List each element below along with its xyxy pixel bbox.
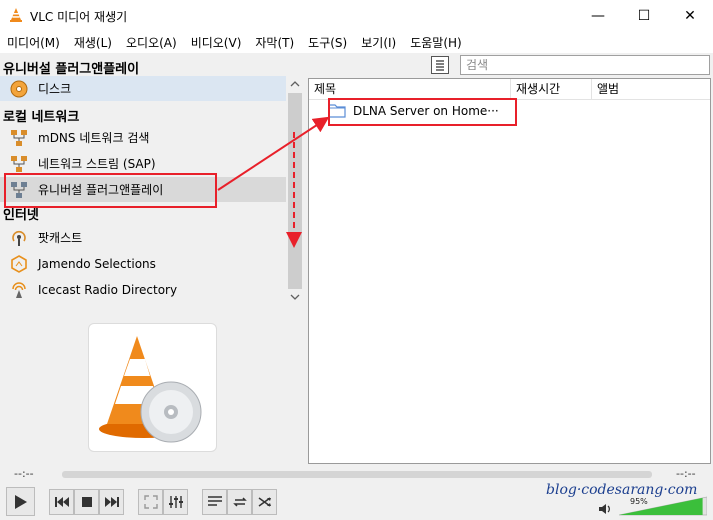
chevron-down-icon[interactable] xyxy=(287,289,303,305)
stop-button[interactable] xyxy=(74,489,99,515)
extended-settings-button[interactable] xyxy=(163,489,188,515)
network-icon xyxy=(10,155,28,173)
menu-subtitle[interactable]: 자막(T) xyxy=(248,31,301,53)
podcast-icon xyxy=(10,229,28,247)
menu-audio[interactable]: 오디오(A) xyxy=(119,31,184,53)
playlist-button[interactable] xyxy=(202,489,227,515)
column-header-album[interactable]: 앨범 xyxy=(592,79,710,99)
list-icon xyxy=(436,60,444,71)
sidebar-item-label: mDNS 네트워크 검색 xyxy=(38,131,150,145)
close-button[interactable]: ✕ xyxy=(667,0,713,31)
radio-tower-icon xyxy=(10,281,28,299)
shuffle-button[interactable] xyxy=(252,489,277,515)
menu-video[interactable]: 비디오(V) xyxy=(184,31,249,53)
jamendo-icon xyxy=(10,254,28,273)
shuffle-icon xyxy=(258,497,271,507)
window-title: VLC 미디어 재생기 xyxy=(30,10,128,24)
menu-bar: 미디어(M) 재생(L) 오디오(A) 비디오(V) 자막(T) 도구(S) 보… xyxy=(0,31,713,53)
column-header-duration[interactable]: 재생시간 xyxy=(511,79,592,99)
sidebar-item-label: 팟캐스트 xyxy=(38,231,83,245)
previous-button[interactable] xyxy=(49,489,74,515)
section-universal-plugnplay: 유니버설 플러그앤플레이 xyxy=(3,62,140,77)
sidebar-item-disc[interactable]: 디스크 xyxy=(0,76,286,101)
menu-tools[interactable]: 도구(S) xyxy=(301,31,354,53)
vlc-cone-icon xyxy=(10,8,22,22)
elapsed-time: --:-- xyxy=(14,467,34,480)
sidebar-item-mdns[interactable]: mDNS 네트워크 검색 xyxy=(0,125,286,150)
skip-back-icon xyxy=(54,497,69,507)
remaining-time: --:-- xyxy=(676,467,696,480)
fullscreen-icon xyxy=(143,495,158,509)
loop-button[interactable] xyxy=(227,489,252,515)
scrollbar-thumb[interactable] xyxy=(288,93,302,289)
sidebar-item-label: 네트워크 스트림 (SAP) xyxy=(38,157,156,171)
sidebar-item-label: Icecast Radio Directory xyxy=(38,282,178,297)
section-local-network: 로컬 네트워크 xyxy=(3,110,80,125)
highlight-box-upnp xyxy=(4,173,217,208)
equalizer-icon xyxy=(168,496,183,508)
list-view-toggle-button[interactable] xyxy=(431,56,449,74)
speaker-icon[interactable] xyxy=(598,502,614,516)
playlist-icon xyxy=(207,496,222,506)
volume-percent: 95% xyxy=(630,497,648,506)
sidebar-scrollbar[interactable] xyxy=(287,75,303,307)
column-header-title[interactable]: 제목 xyxy=(309,79,511,99)
sidebar-item-jamendo[interactable]: Jamendo Selections xyxy=(0,251,286,276)
menu-media[interactable]: 미디어(M) xyxy=(0,31,67,53)
sidebar-item-icecast[interactable]: Icecast Radio Directory xyxy=(0,277,286,302)
play-button[interactable] xyxy=(6,487,35,516)
playlist-view: 제목 재생시간 앨범 DLNA Server on Home··· xyxy=(308,78,711,464)
vlc-logo-icon xyxy=(99,336,202,443)
network-icon xyxy=(10,129,28,147)
repeat-icon xyxy=(232,497,247,507)
disc-icon xyxy=(10,80,28,98)
sidebar-item-label: 디스크 xyxy=(38,82,72,96)
highlight-box-dlna xyxy=(328,98,517,126)
menu-help[interactable]: 도움말(H) xyxy=(403,31,469,53)
minimize-button[interactable]: — xyxy=(575,0,621,31)
next-button[interactable] xyxy=(99,489,124,515)
chevron-up-icon[interactable] xyxy=(287,75,303,91)
title-bar: VLC 미디어 재생기 — ☐ ✕ xyxy=(0,0,713,31)
search-input[interactable]: 검색 xyxy=(460,55,710,75)
sidebar-item-podcast[interactable]: 팟캐스트 xyxy=(0,225,286,250)
play-icon xyxy=(14,494,27,509)
menu-view[interactable]: 보기(I) xyxy=(354,31,403,53)
seek-slider[interactable] xyxy=(62,471,652,478)
sidebar-item-label: Jamendo Selections xyxy=(38,256,156,271)
album-art xyxy=(88,323,217,452)
stop-icon xyxy=(81,497,92,507)
menu-playback[interactable]: 재생(L) xyxy=(67,31,119,53)
skip-forward-icon xyxy=(104,497,119,507)
maximize-button[interactable]: ☐ xyxy=(621,0,667,31)
fullscreen-button[interactable] xyxy=(138,489,163,515)
